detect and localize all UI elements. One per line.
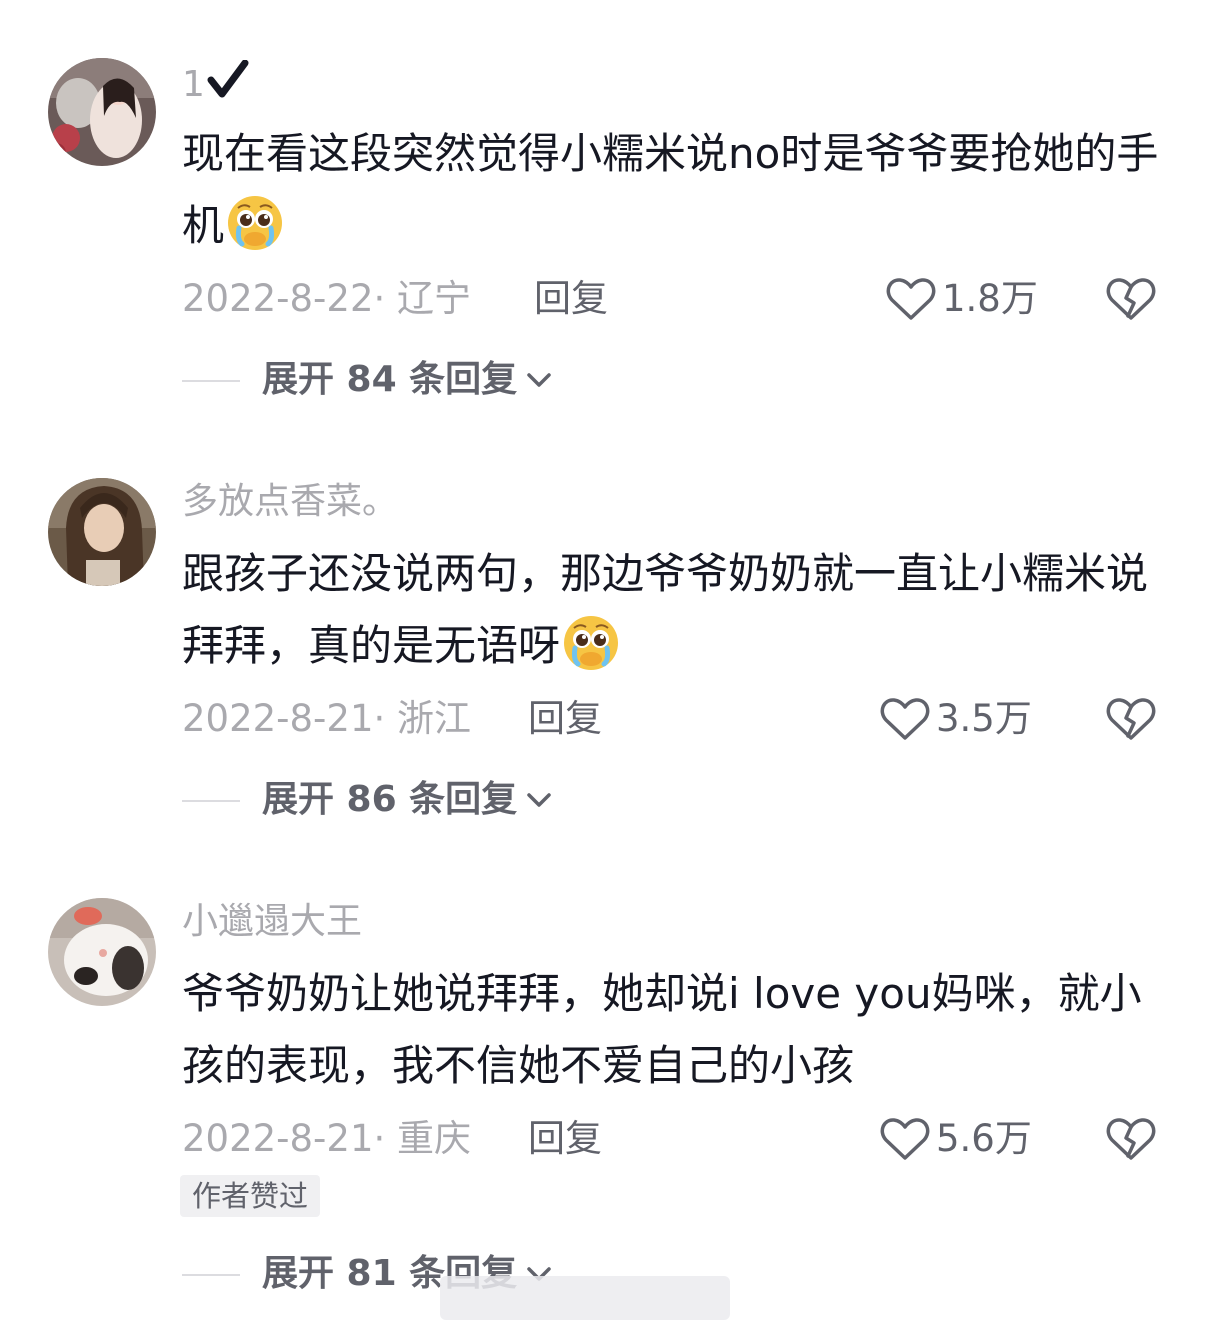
comment-text: 现在看这段突然觉得小糯米说no时是爷爷要抢她的手机: [182, 129, 1159, 252]
avatar[interactable]: [48, 58, 156, 166]
chevron-down-icon: [527, 793, 551, 807]
reply-button[interactable]: 回复: [528, 1117, 602, 1161]
checkmark-icon: [207, 59, 249, 111]
heart-outline-icon: [886, 278, 936, 320]
avatar-image: [48, 898, 156, 1006]
username[interactable]: 多放点香菜。: [182, 480, 398, 524]
like-count: 1.8万: [942, 277, 1038, 320]
pleading-crying-face-emoji: [562, 614, 620, 672]
broken-heart-icon: [1106, 1118, 1156, 1160]
comment-text: 跟孩子还没说两句，那边爷爷奶奶就一直让小糯米说拜拜，真的是无语呀: [182, 549, 1149, 672]
author-liked-badge: 作者赞过: [180, 1175, 321, 1217]
dislike-button[interactable]: [1106, 696, 1156, 742]
username[interactable]: 1: [182, 59, 249, 111]
username-text: 1: [182, 64, 205, 105]
pleading-crying-face-emoji: [226, 194, 284, 252]
like-count: 5.6万: [936, 1117, 1032, 1160]
avatar-image: [48, 58, 156, 166]
divider: [182, 800, 240, 802]
expand-replies-button[interactable]: 展开 84 条回复: [262, 358, 553, 402]
broken-heart-icon: [1106, 278, 1156, 320]
expand-replies-button[interactable]: 展开 86 条回复: [262, 778, 553, 822]
like-count: 3.5万: [936, 697, 1032, 740]
dislike-button[interactable]: [1106, 1116, 1156, 1162]
broken-heart-icon: [1106, 698, 1156, 740]
divider: [182, 1274, 240, 1276]
heart-outline-icon: [880, 698, 930, 740]
username[interactable]: 小邋遢大王: [182, 900, 362, 944]
reply-button[interactable]: 回复: [534, 277, 608, 321]
avatar[interactable]: [48, 478, 156, 586]
comment-date-location: 2022-8-21· 重庆: [182, 1117, 472, 1160]
like-button[interactable]: 1.8万: [886, 276, 1038, 322]
like-button[interactable]: 3.5万: [880, 696, 1032, 742]
comment-date-location: 2022-8-22· 辽宁: [182, 277, 472, 320]
chevron-down-icon: [527, 373, 551, 387]
dislike-button[interactable]: [1106, 276, 1156, 322]
avatar[interactable]: [48, 898, 156, 1006]
divider: [182, 380, 240, 382]
reply-button[interactable]: 回复: [528, 697, 602, 741]
comment-text: 爷爷奶奶让她说拜拜，她却说i love you妈咪，就小孩的表现，我不信她不爱自…: [182, 969, 1142, 1090]
avatar-image: [48, 478, 156, 586]
like-button[interactable]: 5.6万: [880, 1116, 1032, 1162]
watermark-overlay: [440, 1276, 730, 1320]
heart-outline-icon: [880, 1118, 930, 1160]
comment-date-location: 2022-8-21· 浙江: [182, 697, 472, 740]
